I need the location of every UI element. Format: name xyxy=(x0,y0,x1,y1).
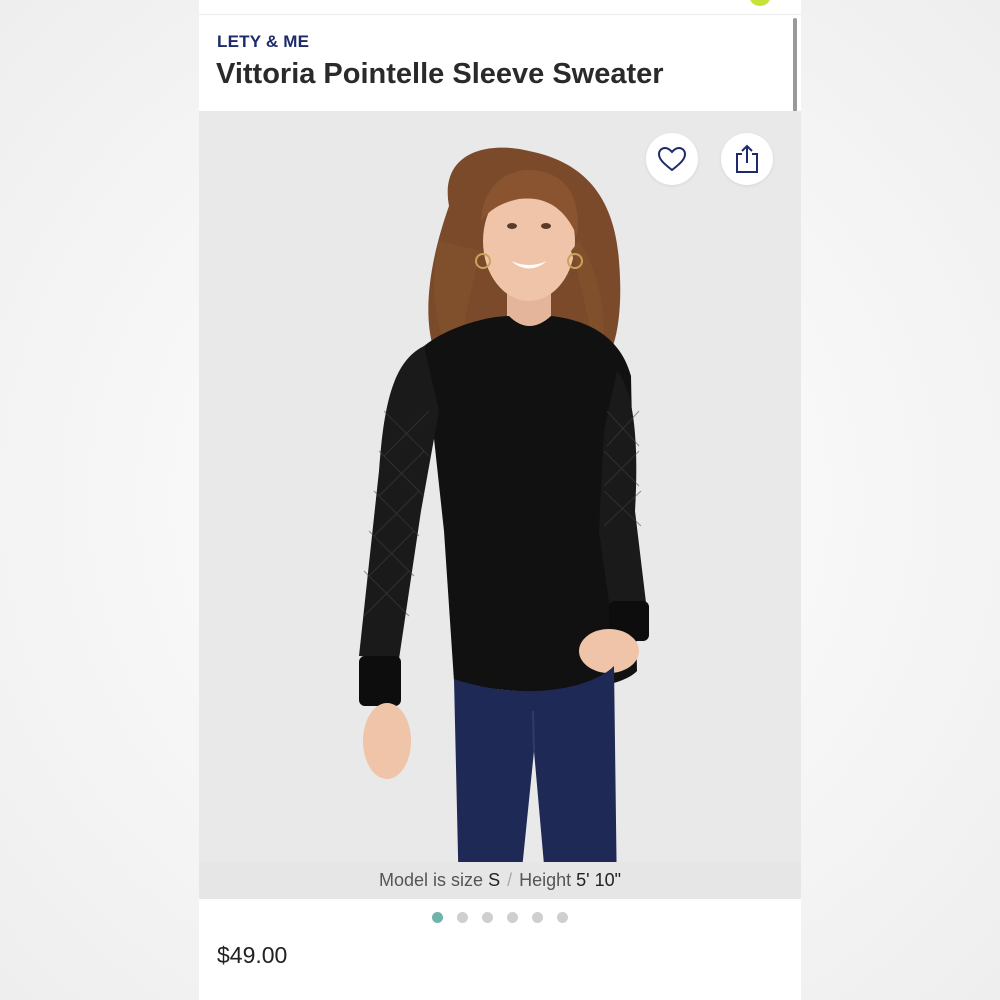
model-photo xyxy=(199,111,801,899)
height-label: Height xyxy=(519,870,572,890)
model-size: S xyxy=(488,870,501,890)
carousel-dot-1[interactable] xyxy=(432,912,443,923)
top-bar xyxy=(199,0,801,15)
product-image[interactable] xyxy=(199,111,801,899)
product-page: LETY & ME Vittoria Pointelle Sleeve Swea… xyxy=(199,0,801,1000)
caption-separator: / xyxy=(507,870,513,890)
carousel-dots xyxy=(199,912,801,924)
product-title: Vittoria Pointelle Sleeve Sweater xyxy=(216,58,664,90)
height-value: 5' 10" xyxy=(576,870,621,890)
status-indicator xyxy=(750,0,770,6)
favorite-button[interactable] xyxy=(646,133,698,185)
carousel-dot-4[interactable] xyxy=(507,912,518,923)
model-caption-prefix: Model is size xyxy=(379,870,484,890)
share-icon xyxy=(736,144,758,173)
product-price: $49.00 xyxy=(217,942,288,968)
carousel-dot-5[interactable] xyxy=(532,912,543,923)
carousel-dot-2[interactable] xyxy=(457,912,468,923)
carousel-dot-6[interactable] xyxy=(557,912,568,923)
brand-name[interactable]: LETY & ME xyxy=(217,32,309,52)
share-button[interactable] xyxy=(721,133,773,185)
model-size-caption: Model is size S / Height 5' 10" xyxy=(199,862,801,899)
carousel-dot-3[interactable] xyxy=(482,912,493,923)
heart-icon xyxy=(657,146,687,172)
